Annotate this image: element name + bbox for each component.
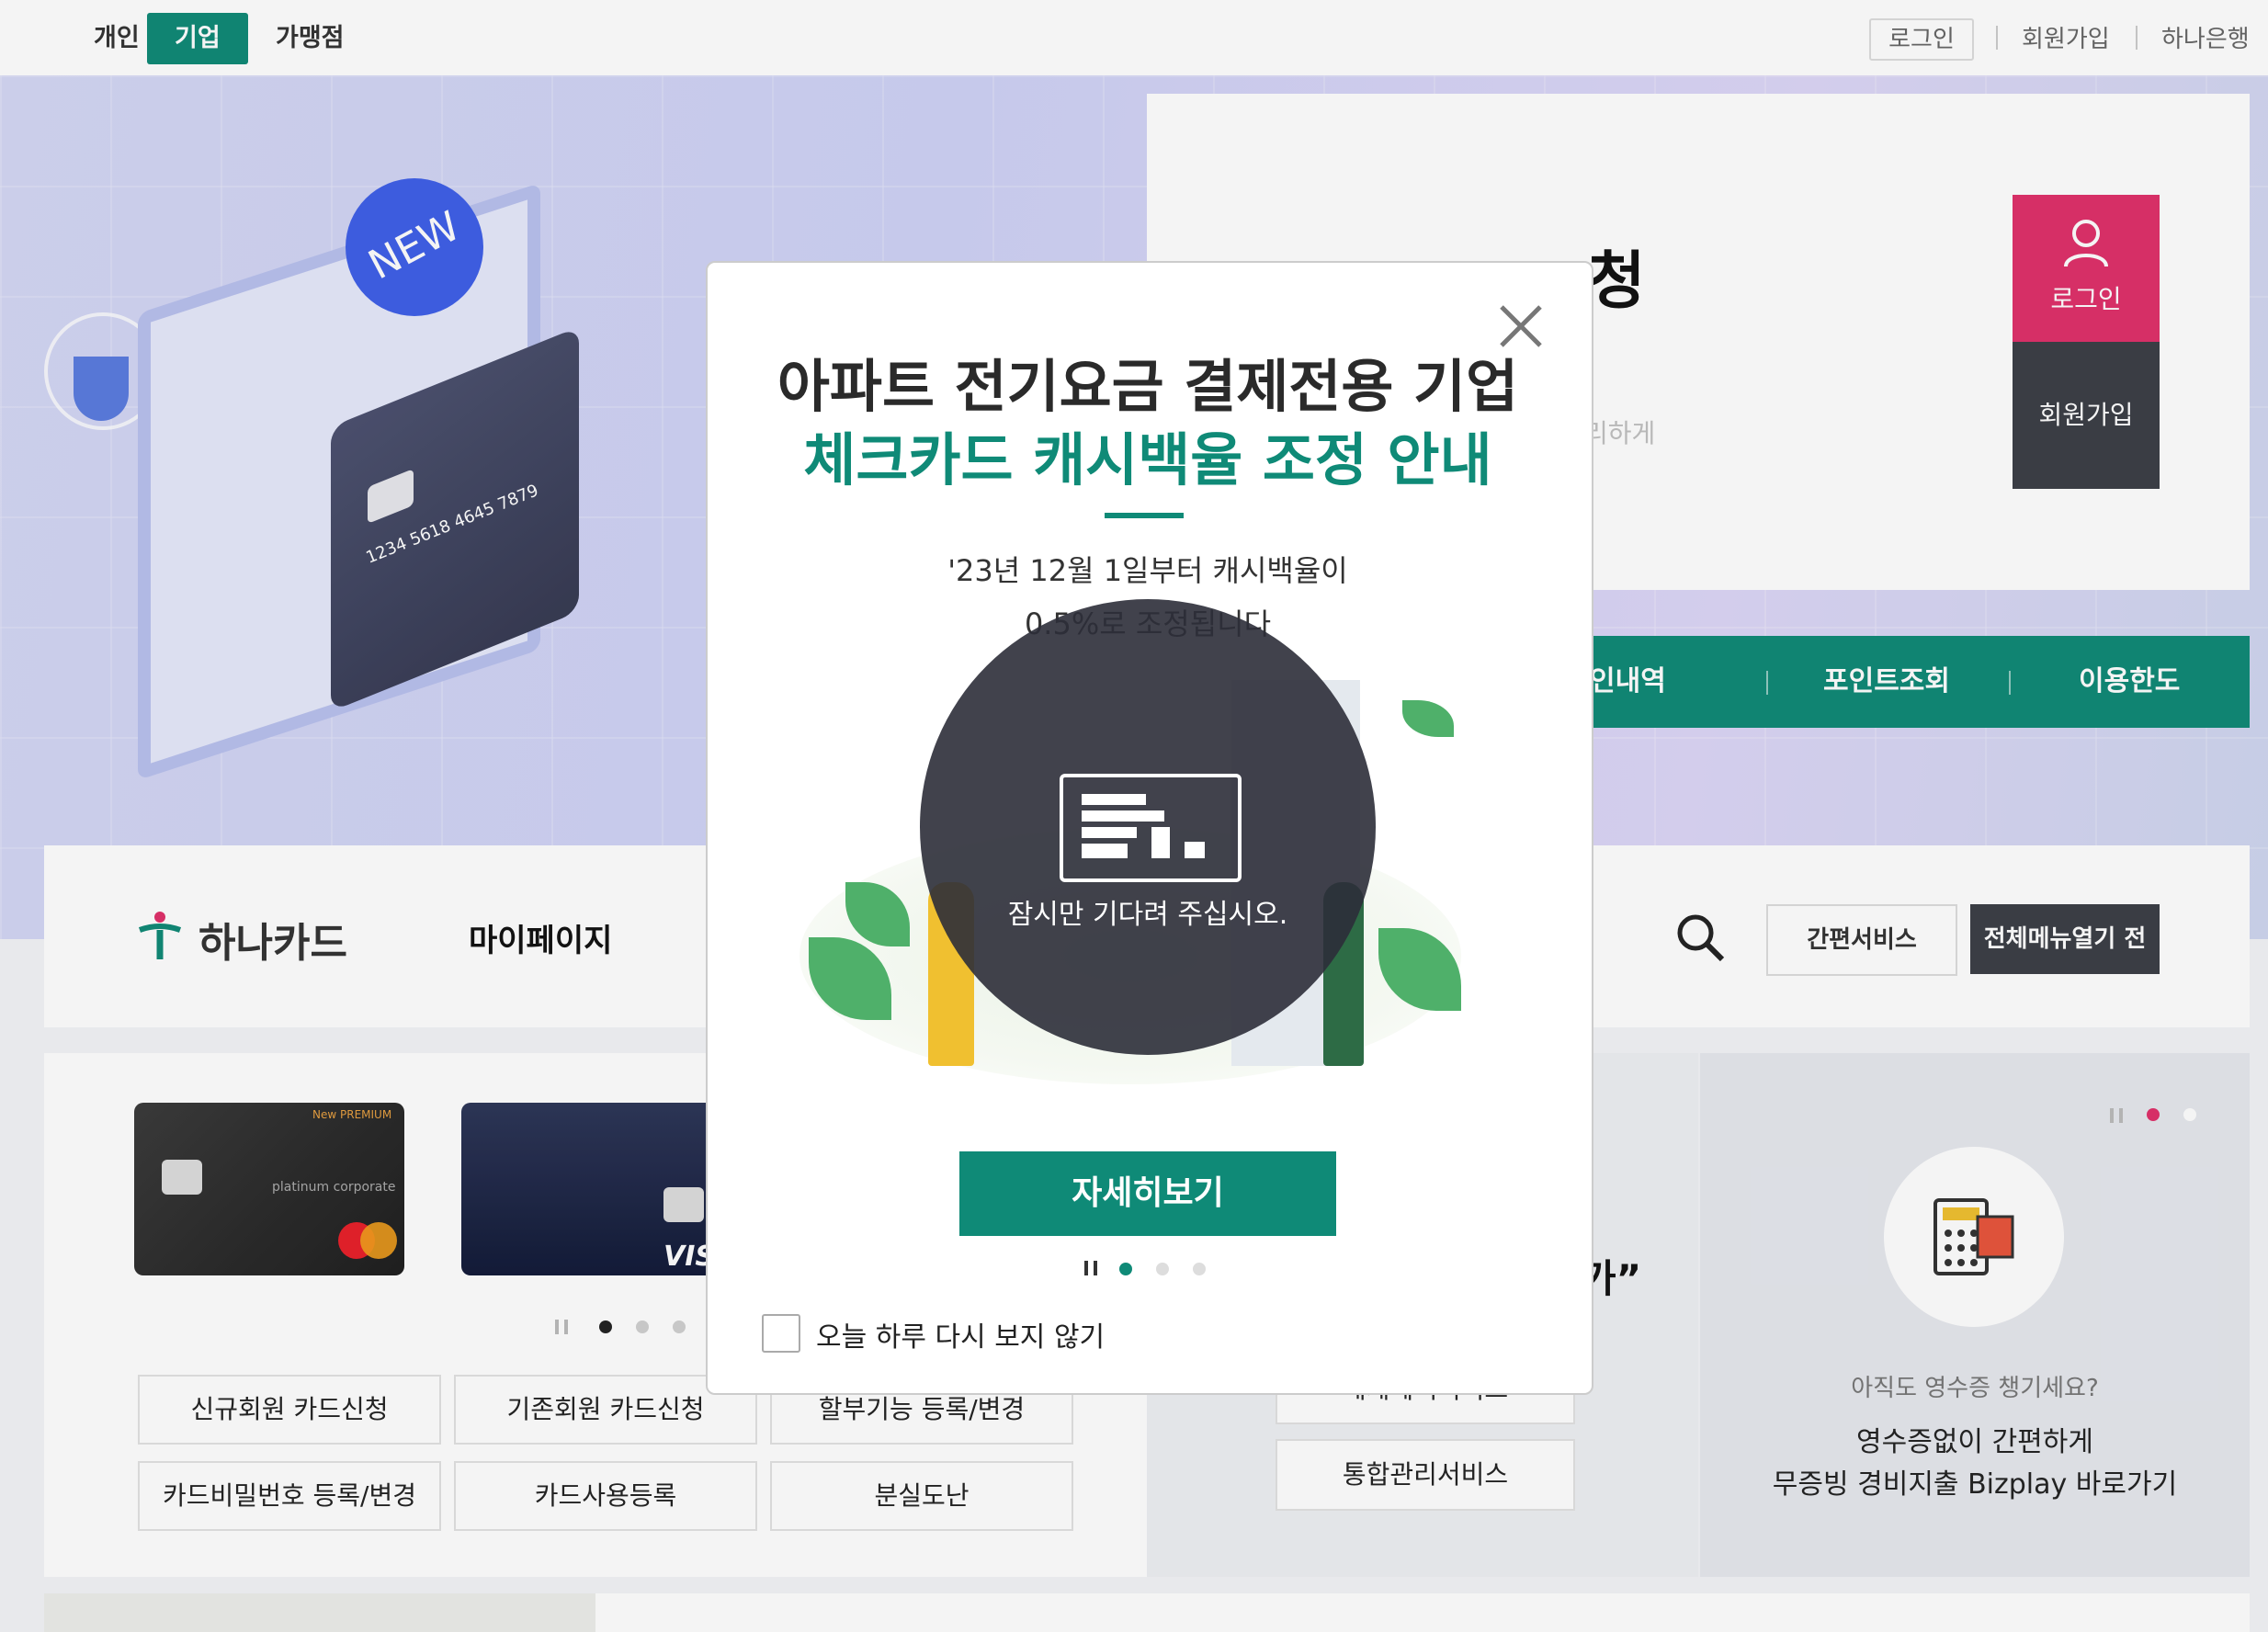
popup-body-line-1: '23년 12월 1일부터 캐시백율이 (947, 553, 1348, 588)
pause-icon[interactable] (1094, 1261, 1097, 1275)
pause-icon[interactable] (1084, 1261, 1088, 1275)
dont-show-today-checkbox[interactable] (762, 1314, 800, 1353)
view-details-button[interactable]: 자세히보기 (959, 1151, 1336, 1236)
loading-text: 잠시만 기다려 주십시오. (1007, 899, 1288, 931)
popup-dot[interactable] (1156, 1263, 1169, 1275)
popup-dot[interactable] (1193, 1263, 1206, 1275)
popup-dot-active[interactable] (1119, 1263, 1132, 1275)
dont-show-today-label[interactable]: 오늘 하루 다시 보지 않기 (816, 1314, 1105, 1354)
popup-title-line-2: 체크카드 캐시백율 조정 안내 (803, 426, 1492, 493)
loading-logo-icon (1060, 774, 1242, 882)
popup-divider (1105, 513, 1184, 518)
loading-blocks-icon (1082, 794, 1205, 858)
popup-title-line-1: 아파트 전기요금 결제전용 기업 (777, 353, 1519, 420)
